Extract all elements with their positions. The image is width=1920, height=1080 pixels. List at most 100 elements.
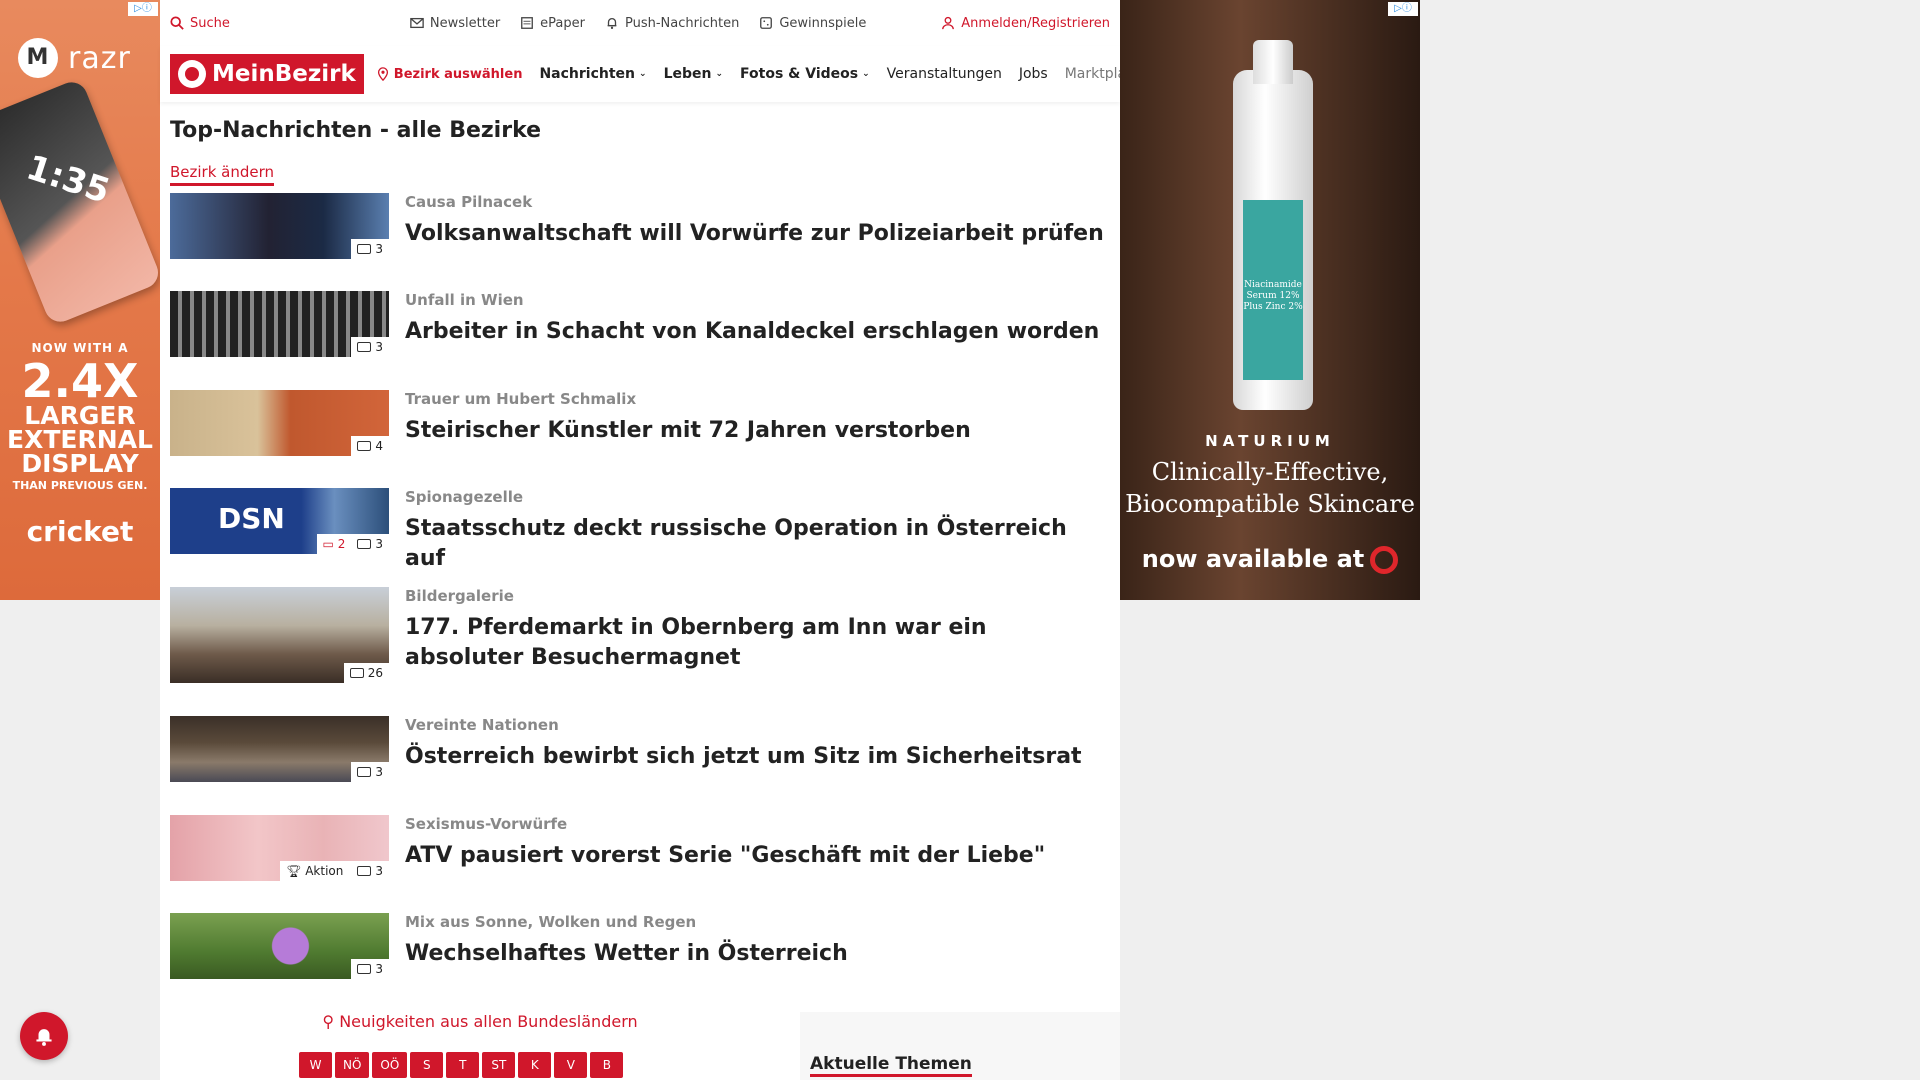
- adchoices-icon[interactable]: ▷ⓘ: [1388, 2, 1418, 16]
- news-item[interactable]: 3 Unfall in Wien Arbeiter in Schacht von …: [170, 291, 1110, 357]
- nav-item-veranstaltungen[interactable]: Veranstaltungen: [887, 66, 1002, 82]
- push-link[interactable]: Push-Nachrichten: [605, 16, 739, 31]
- search-icon: [170, 16, 184, 30]
- adchoices-icon[interactable]: ▷ⓘ: [128, 2, 158, 16]
- news-kicker: Causa Pilnacek: [405, 193, 533, 211]
- dice-icon: [760, 17, 773, 29]
- motorola-logo-icon: M: [18, 38, 58, 78]
- epaper-link[interactable]: ePaper: [520, 16, 585, 31]
- site-logo[interactable]: MeinBezirk: [170, 54, 364, 94]
- district-selector[interactable]: Bezirk auswählen: [376, 66, 523, 82]
- envelope-icon: [410, 17, 424, 29]
- nav-item-jobs[interactable]: Jobs: [1019, 66, 1048, 82]
- state-button[interactable]: OÖ: [372, 1052, 408, 1078]
- state-button[interactable]: NÖ: [335, 1052, 370, 1078]
- user-icon: [942, 16, 955, 30]
- bell-icon: [607, 17, 617, 29]
- news-item[interactable]: 3 Vereinte Nationen Österreich bewirbt si…: [170, 716, 1110, 782]
- comment-badge: ▭ 2: [323, 537, 346, 551]
- comment-icon: ▭: [322, 537, 334, 551]
- news-thumbnail[interactable]: 3: [170, 913, 389, 979]
- photo-count: 26: [367, 666, 383, 680]
- news-headline[interactable]: 177. Pferdemarkt in Obernberg am Inn war…: [405, 613, 1110, 673]
- photo-icon: [357, 767, 372, 777]
- news-kicker: Trauer um Hubert Schmalix: [405, 390, 637, 408]
- state-button[interactable]: T: [446, 1052, 480, 1078]
- photo-count: 3: [375, 765, 383, 779]
- state-button[interactable]: B: [590, 1052, 624, 1078]
- logo-text: MeinBezirk: [212, 61, 356, 87]
- ad-line5: DISPLAY: [21, 449, 139, 478]
- newspaper-icon: [521, 17, 534, 29]
- nav-item-nachrichten[interactable]: Nachrichten ⌄: [539, 66, 646, 82]
- district-label: Bezirk auswählen: [393, 66, 523, 82]
- change-district-link[interactable]: Bezirk ändern: [170, 163, 275, 186]
- news-item[interactable]: DSN ▭ 2 3 Spionagezelle Staatsschutz deckt…: [170, 488, 1110, 574]
- news-item[interactable]: 3 Causa Pilnacek Volksanwaltschaft will V…: [170, 193, 1110, 259]
- games-label: Gewinnspiele: [779, 15, 867, 31]
- photo-count-badge: 3: [351, 959, 389, 979]
- login-link[interactable]: Anmelden/Registrieren: [941, 16, 1110, 31]
- news-headline[interactable]: Steirischer Künstler mit 72 Jahren verst…: [405, 416, 971, 446]
- bell-icon: [36, 1029, 52, 1046]
- nav-label: Fotos & Videos: [740, 66, 859, 82]
- newsletter-link[interactable]: Newsletter: [410, 16, 500, 31]
- state-button[interactable]: K: [518, 1052, 552, 1078]
- news-headline[interactable]: ATV pausiert vorerst Serie "Geschäft mit…: [405, 841, 1045, 871]
- state-button[interactable]: V: [554, 1052, 588, 1078]
- comment-count: 2: [337, 537, 346, 551]
- news-thumbnail[interactable]: 🏆︎ Aktion 3: [170, 815, 389, 881]
- bottle-label: Niacinamide Serum 12% Plus Zinc 2%: [1243, 200, 1303, 380]
- news-item[interactable]: 3 Mix aus Sonne, Wolken und Regen Wechsel…: [170, 913, 1110, 979]
- location-pin-icon: [377, 67, 388, 81]
- news-headline[interactable]: Österreich bewirbt sich jetzt um Sitz im…: [405, 742, 1082, 772]
- news-headline[interactable]: Arbeiter in Schacht von Kanaldeckel ersc…: [405, 317, 1099, 347]
- bottle-cap: [1253, 40, 1293, 84]
- action-label: Aktion: [305, 864, 344, 878]
- ad-line2: 2.4X: [21, 354, 139, 408]
- ad-claim-line2: Biocompatible Skincare: [1125, 490, 1415, 518]
- ad-carrier: cricket: [26, 515, 134, 548]
- top-utility-bar: Suche Newsletter ePaper Push-Nachrichten…: [160, 0, 1120, 46]
- thumbnail-logo-text: DSN: [218, 502, 285, 535]
- photo-icon: [357, 964, 372, 974]
- news-headline[interactable]: Volksanwaltschaft will Vorwürfe zur Poli…: [405, 219, 1104, 249]
- photo-icon: [357, 539, 372, 549]
- serum-bottle-image: Niacinamide Serum 12% Plus Zinc 2%: [1233, 40, 1313, 410]
- phone-time: 1:35: [21, 147, 115, 212]
- push-label: Push-Nachrichten: [625, 15, 740, 31]
- photo-count: 4: [375, 439, 383, 453]
- chevron-down-icon: ⌄: [862, 69, 870, 79]
- nav-item-leben[interactable]: Leben ⌄: [664, 66, 723, 82]
- chevron-down-icon: ⌄: [715, 69, 724, 79]
- news-thumbnail[interactable]: 3: [170, 193, 389, 259]
- photo-count-badge: 4: [351, 436, 389, 456]
- left-advertisement[interactable]: ▷ⓘ M razr 1:35 NOW WITH A 2.4X LARGER EX…: [0, 0, 160, 600]
- search-link[interactable]: Suche: [170, 16, 230, 31]
- right-advertisement[interactable]: ▷ⓘ Niacinamide Serum 12% Plus Zinc 2% NA…: [1120, 0, 1420, 600]
- photo-count-badge: 3: [351, 337, 389, 357]
- news-thumbnail[interactable]: 4: [170, 390, 389, 456]
- state-button[interactable]: S: [410, 1052, 444, 1078]
- news-item[interactable]: 26 Bildergalerie 177. Pferdemarkt in Ober…: [170, 587, 1110, 683]
- news-thumbnail[interactable]: DSN ▭ 2 3: [170, 488, 389, 554]
- news-thumbnail[interactable]: 3: [170, 716, 389, 782]
- state-button[interactable]: W: [299, 1052, 332, 1078]
- ad-brand: NATURIUM: [1205, 432, 1335, 450]
- news-item[interactable]: 4 Trauer um Hubert Schmalix Steirischer K…: [170, 390, 1110, 456]
- news-thumbnail[interactable]: 26: [170, 587, 389, 683]
- news-thumbnail[interactable]: 3: [170, 291, 389, 357]
- news-headline[interactable]: Wechselhaftes Wetter in Österreich: [405, 939, 848, 969]
- main-column: Suche Newsletter ePaper Push-Nachrichten…: [160, 0, 1139, 1080]
- games-link[interactable]: Gewinnspiele: [759, 16, 866, 31]
- photo-count: 3: [375, 537, 383, 551]
- nav-item-fotos-videos[interactable]: Fotos & Videos ⌄: [740, 66, 870, 82]
- news-kicker: Mix aus Sonne, Wolken und Regen: [405, 913, 697, 931]
- news-headline[interactable]: Staatsschutz deckt russische Operation i…: [405, 514, 1110, 574]
- notification-bell-button[interactable]: [20, 1012, 68, 1060]
- news-kicker: Spionagezelle: [405, 488, 524, 506]
- news-item[interactable]: 🏆︎ Aktion 3 Sexismus-Vorwürfe ATV pausiert…: [170, 815, 1110, 881]
- main-navigation: MeinBezirk Bezirk auswählen Nachrichten ⌄…: [160, 46, 1139, 102]
- trophy-badge: 🏆︎ Aktion: [286, 864, 343, 878]
- state-button[interactable]: ST: [482, 1052, 516, 1078]
